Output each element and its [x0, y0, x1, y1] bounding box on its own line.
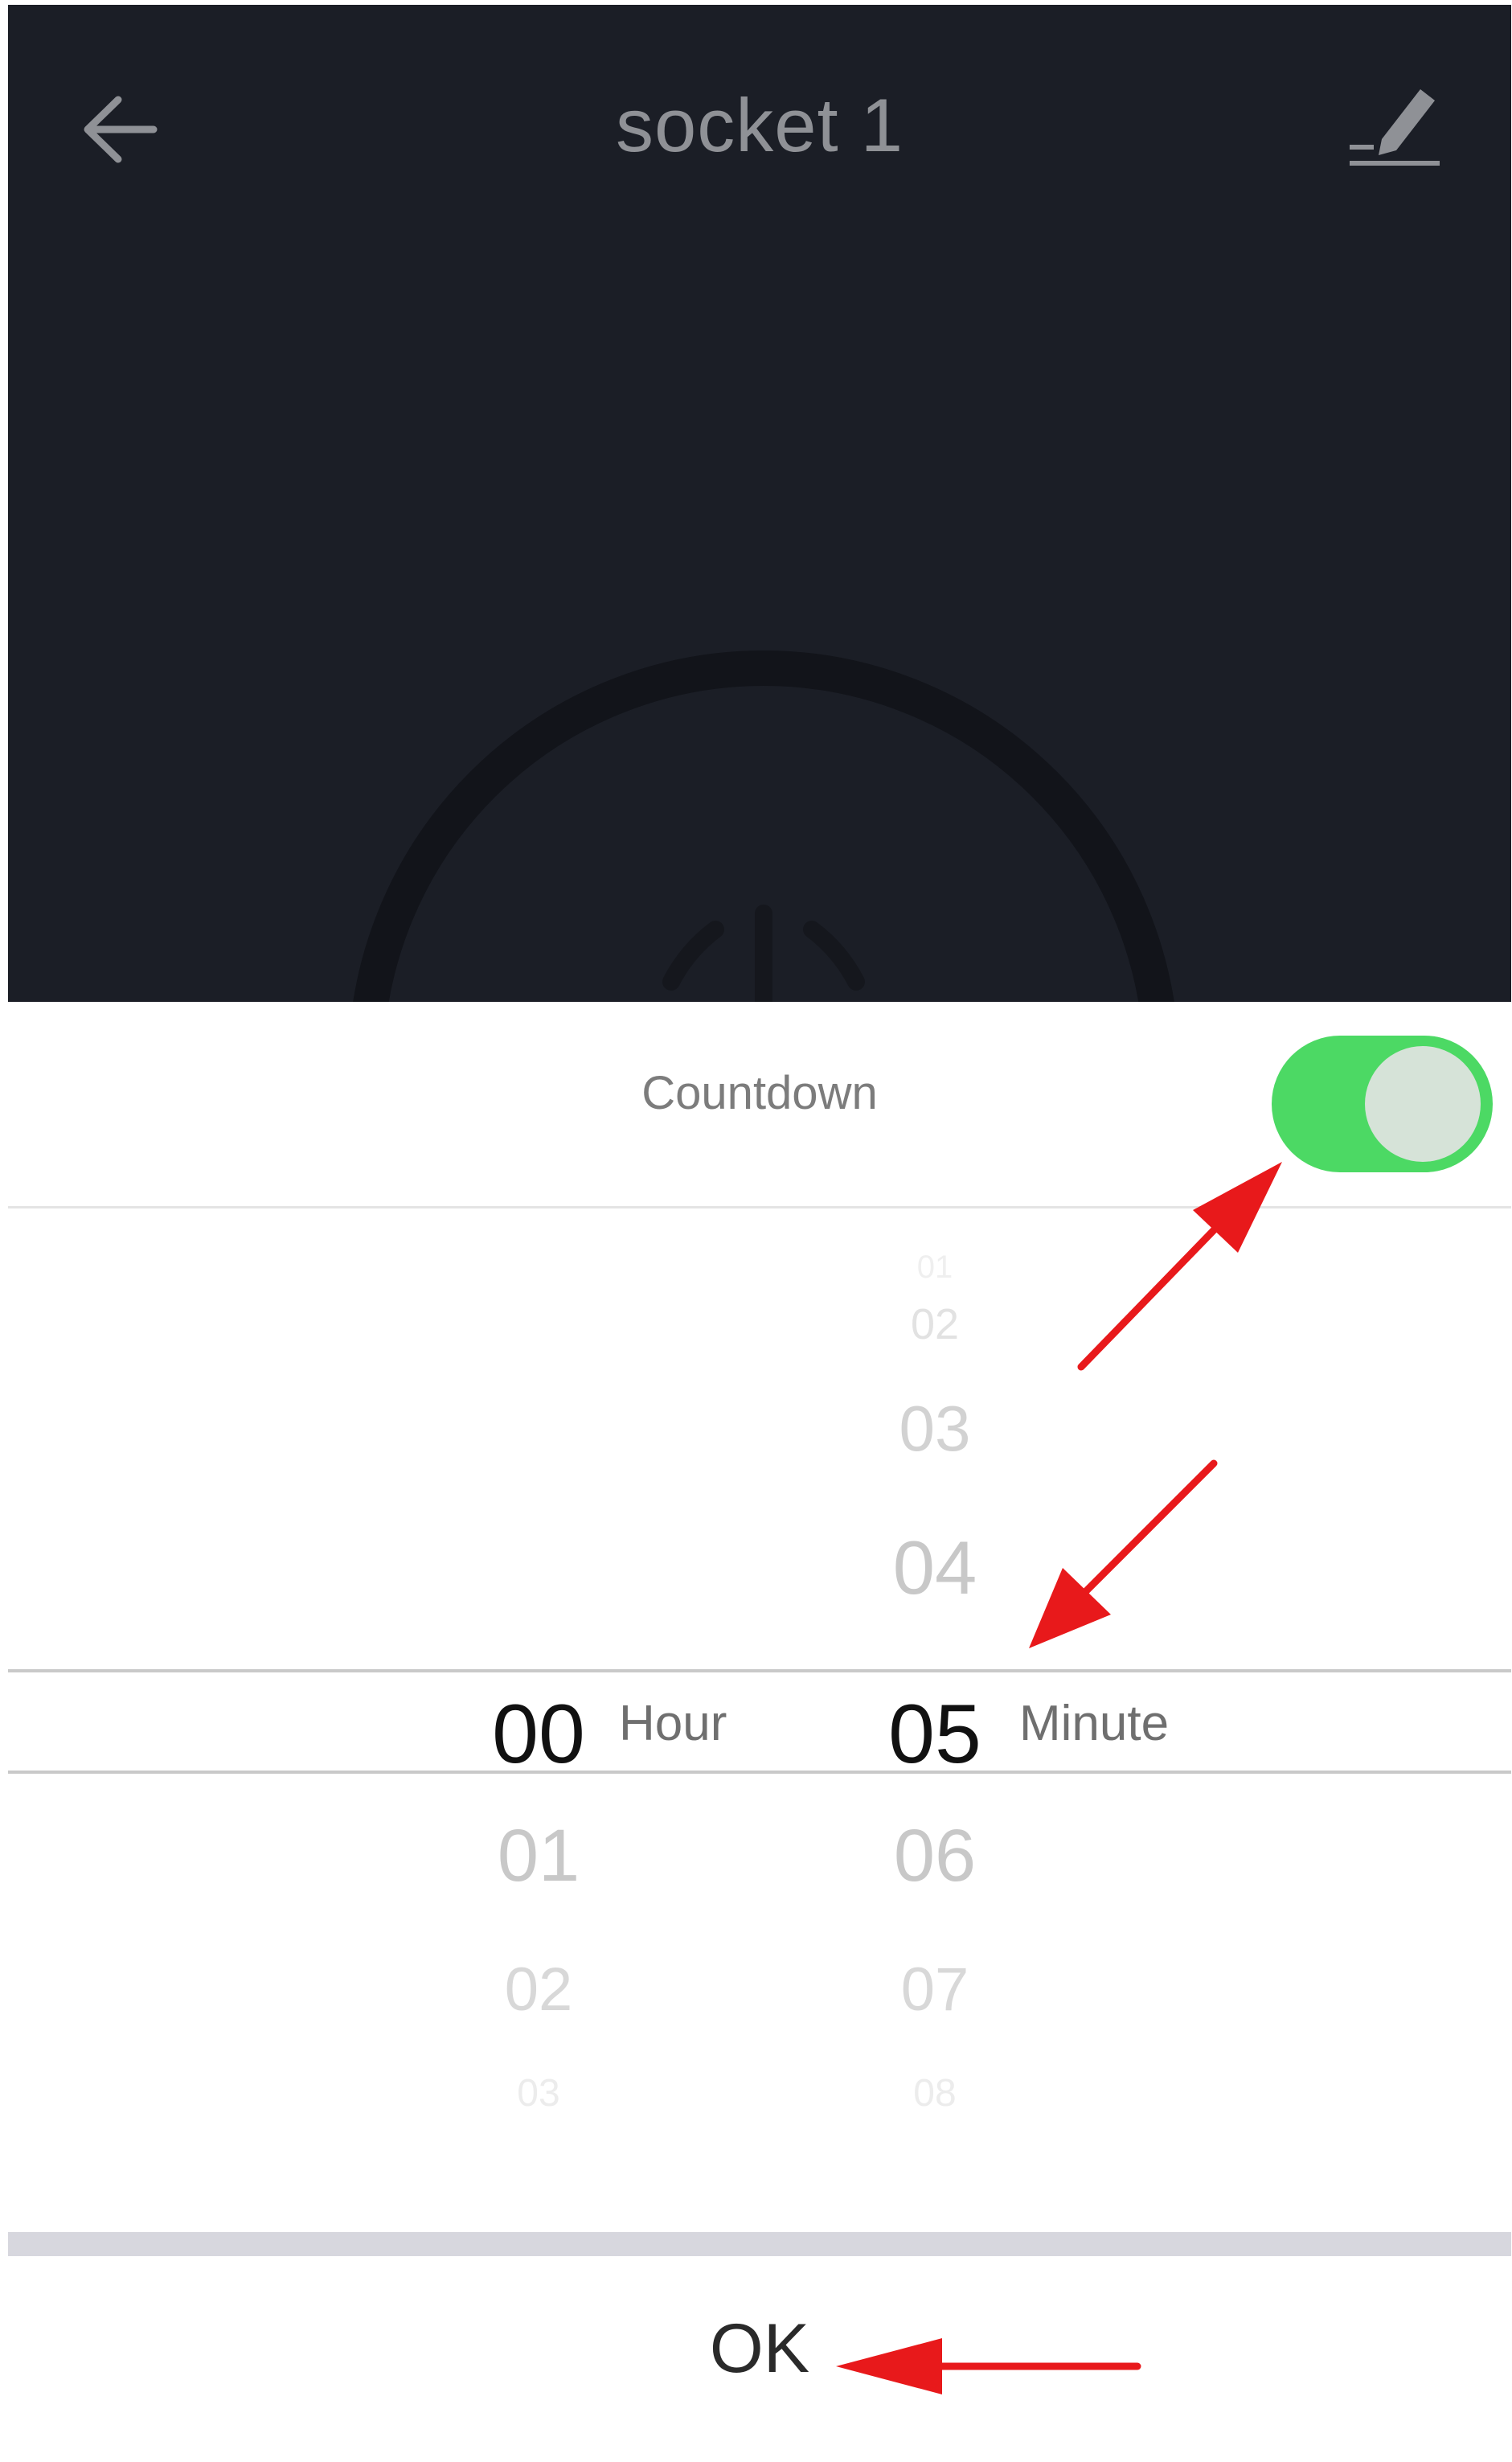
- selection-line-bottom: [8, 1771, 1511, 1774]
- minute-option: 07: [900, 1955, 969, 2024]
- minute-option: 03: [899, 1393, 971, 1464]
- minute-option: 08: [913, 2072, 957, 2115]
- separator-bar: [8, 2232, 1511, 2256]
- hour-selected: 00: [492, 1688, 585, 1781]
- minute-option: 04: [892, 1525, 977, 1610]
- page-title: socket 1: [615, 83, 904, 167]
- hour-wheel[interactable]: 00 01 02 03: [466, 1235, 611, 2184]
- toggle-knob: [1365, 1046, 1481, 1162]
- countdown-toggle[interactable]: [1272, 1036, 1493, 1172]
- ok-button[interactable]: OK: [679, 2300, 840, 2397]
- countdown-sheet: Countdown 00 01 02 03 Hour 01 02 03 04 0…: [8, 1002, 1511, 2457]
- edit-pencil-icon[interactable]: [1346, 81, 1443, 170]
- minute-wheel[interactable]: 01 02 03 04 05 06 07 08: [863, 1235, 1007, 2184]
- hour-option: 01: [497, 1815, 580, 1897]
- minute-option: 02: [910, 1300, 960, 1348]
- selection-line-top: [8, 1669, 1511, 1672]
- minute-selected: 05: [888, 1688, 981, 1781]
- minute-option: 06: [893, 1815, 977, 1897]
- hour-unit: Hour: [619, 1696, 727, 1751]
- hour-option: 02: [504, 1955, 573, 2024]
- hour-option: 03: [517, 2072, 560, 2115]
- minute-option: 01: [916, 1249, 953, 1285]
- screen: socket 1 Countdown 00 01 02 03 Hour 01 0…: [8, 5, 1511, 2457]
- divider: [8, 1206, 1511, 1208]
- minute-unit: Minute: [1019, 1696, 1170, 1751]
- device-panel: socket 1: [8, 5, 1511, 1002]
